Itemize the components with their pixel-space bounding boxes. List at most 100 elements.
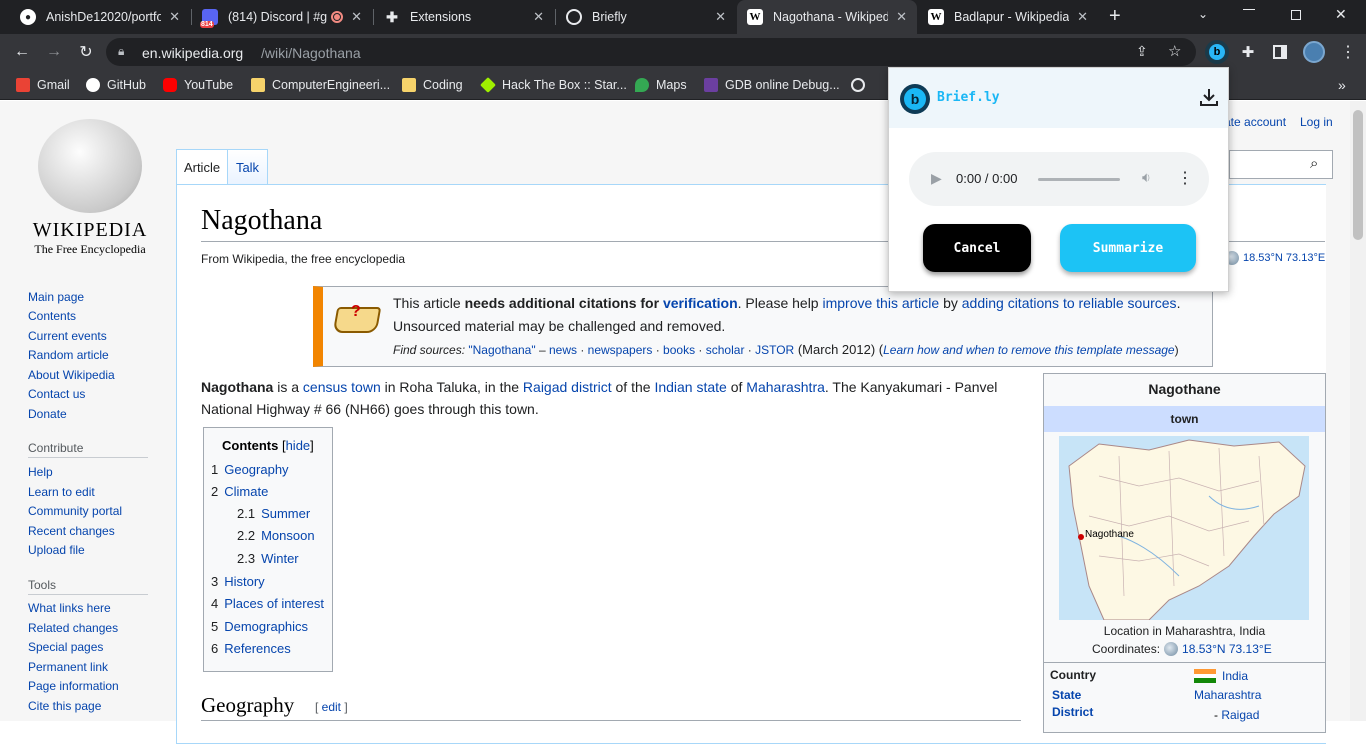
close-icon[interactable]: ✕ — [715, 9, 726, 25]
back-arrow-icon[interactable]: ← — [10, 40, 34, 64]
bookmark-hackthebox[interactable]: Hack The Box :: Star... — [480, 70, 627, 100]
close-icon[interactable]: ✕ — [169, 9, 180, 25]
raigad-district-link[interactable]: Raigad district — [523, 379, 612, 395]
coordinates-link[interactable]: 18.53°N 73.13°E — [1243, 252, 1325, 264]
toc-link[interactable]: Winter — [261, 551, 299, 566]
search-icon[interactable]: ⌕ — [1310, 155, 1318, 172]
infobox-district-label[interactable]: District — [1052, 705, 1093, 719]
sidebar-item-permanent-link[interactable]: Permanent link — [28, 660, 108, 674]
address-bar[interactable]: 🔒︎ en.wikipedia.org /wiki/Nagothana ⇪ ☆ — [106, 38, 1196, 66]
close-icon[interactable]: ✕ — [1077, 9, 1088, 25]
learn-remove-link[interactable]: Learn how and when to remove this templa… — [883, 343, 1175, 357]
newspapers-link[interactable]: newspapers — [588, 343, 653, 357]
sidebar-item-about-wikipedia[interactable]: About Wikipedia — [28, 368, 115, 382]
edit-link[interactable]: edit — [322, 700, 341, 714]
close-icon[interactable]: ✕ — [533, 9, 544, 25]
audio-options-kebab-icon[interactable]: ⋮ — [1177, 168, 1193, 188]
sidebar-item-random-article[interactable]: Random article — [28, 348, 109, 362]
toc-link[interactable]: History — [224, 574, 264, 589]
toc-link[interactable]: References — [224, 641, 290, 656]
toc-item[interactable]: 6 References — [211, 641, 291, 656]
search-input[interactable]: ⌕ — [1229, 150, 1333, 179]
sidebar-item-page-information[interactable]: Page information — [28, 679, 119, 693]
minimize-button[interactable] — [1243, 9, 1255, 10]
wikipedia-globe-logo[interactable] — [38, 119, 142, 213]
census-town-link[interactable]: census town — [303, 379, 381, 395]
infobox-coordinates-link[interactable]: 18.53°N 73.13°E — [1182, 642, 1272, 656]
star-icon[interactable]: ☆ — [1168, 42, 1181, 60]
adding-citations-link[interactable]: adding citations to reliable sources — [962, 295, 1177, 311]
sidebar-item-contents[interactable]: Contents — [28, 309, 76, 323]
bookmark-maps[interactable]: Maps — [635, 70, 687, 100]
toc-item[interactable]: 2.1 Summer — [237, 506, 310, 521]
menu-kebab-icon[interactable]: ⋮ — [1336, 40, 1360, 64]
toc-link[interactable]: Geography — [224, 462, 288, 477]
forward-arrow-icon[interactable]: → — [42, 40, 66, 64]
find-query-link[interactable]: "Nagothana" — [468, 343, 535, 357]
sidebar-item-related-changes[interactable]: Related changes — [28, 621, 118, 635]
reload-icon[interactable]: ↻ — [74, 40, 98, 64]
tab-article[interactable]: Article — [176, 149, 228, 185]
scholar-link[interactable]: scholar — [706, 343, 745, 357]
tab-discord[interactable]: 814 (814) Discord | #g ✕ — [192, 0, 372, 34]
close-window-button[interactable]: ✕ — [1335, 6, 1347, 23]
extensions-puzzle-icon[interactable]: ✚ — [1236, 40, 1260, 64]
sidebar-item-special-pages[interactable]: Special pages — [28, 640, 103, 654]
sidebar-item-contact-us[interactable]: Contact us — [28, 387, 85, 401]
toc-item[interactable]: 2.2 Monsoon — [237, 528, 315, 543]
toc-link[interactable]: Places of interest — [224, 596, 324, 611]
bookmark-computer-engineering[interactable]: ComputerEngineeri... — [251, 70, 390, 100]
play-icon[interactable]: ▶ — [931, 170, 942, 187]
jstor-link[interactable]: JSTOR — [755, 343, 794, 357]
download-icon[interactable] — [1198, 86, 1220, 108]
sidebar-item-main-page[interactable]: Main page — [28, 290, 84, 304]
sidebar-item-cite-this-page[interactable]: Cite this page — [28, 699, 101, 713]
volume-icon[interactable]: 🔉︎ — [1142, 169, 1151, 186]
toc-link[interactable]: Monsoon — [261, 528, 314, 543]
bookmark-coding[interactable]: Coding — [402, 70, 463, 100]
sidebar-item-current-events[interactable]: Current events — [28, 329, 107, 343]
close-icon[interactable]: ✕ — [896, 9, 907, 25]
log-in-link[interactable]: Log in — [1300, 115, 1333, 129]
side-panel-icon[interactable] — [1273, 45, 1287, 59]
indian-state-link[interactable]: Indian state — [654, 379, 726, 395]
bookmark-gdb[interactable]: GDB online Debug... — [704, 70, 840, 100]
sidebar-item-recent-changes[interactable]: Recent changes — [28, 524, 115, 538]
toc-link[interactable]: Summer — [261, 506, 310, 521]
new-tab-button[interactable]: + — [1109, 5, 1121, 28]
sidebar-item-community-portal[interactable]: Community portal — [28, 504, 122, 518]
create-account-link[interactable]: ate account — [1224, 115, 1286, 129]
tab-github[interactable]: ● AnishDe12020/portfol ✕ — [10, 0, 190, 34]
toc-item[interactable]: 3 History — [211, 574, 265, 589]
infobox-state-label[interactable]: State — [1052, 688, 1081, 702]
toc-item[interactable]: 2 Climate — [211, 484, 268, 499]
avatar[interactable] — [1303, 41, 1325, 63]
books-link[interactable]: books — [663, 343, 695, 357]
summarize-button[interactable]: Summarize — [1060, 224, 1196, 272]
toc-item[interactable]: 4 Places of interest — [211, 596, 324, 611]
tab-nagothana[interactable]: W Nagothana - Wikipedi ✕ — [737, 0, 917, 34]
bookmark-globe[interactable] — [851, 70, 872, 100]
infobox-state-value[interactable]: Maharashtra — [1194, 688, 1261, 702]
scrollbar-thumb[interactable] — [1353, 110, 1363, 240]
maximize-button[interactable] — [1291, 10, 1301, 20]
toc-link[interactable]: Climate — [224, 484, 268, 499]
briefly-extension-icon[interactable]: b — [1205, 40, 1229, 64]
sidebar-item-upload-file[interactable]: Upload file — [28, 543, 85, 557]
tab-extensions[interactable]: ✚ Extensions ✕ — [374, 0, 554, 34]
bookmark-youtube[interactable]: YouTube — [163, 70, 233, 100]
news-link[interactable]: news — [549, 343, 577, 357]
toc-item[interactable]: 5 Demographics — [211, 619, 308, 634]
share-icon[interactable]: ⇪ — [1136, 43, 1148, 60]
improve-article-link[interactable]: improve this article — [822, 295, 939, 311]
sidebar-item-learn-to-edit[interactable]: Learn to edit — [28, 485, 95, 499]
toc-item[interactable]: 2.3 Winter — [237, 551, 299, 566]
sidebar-item-help[interactable]: Help — [28, 465, 53, 479]
maharashtra-link[interactable]: Maharashtra — [746, 379, 825, 395]
verification-link[interactable]: verification — [663, 295, 738, 311]
maharashtra-location-map[interactable]: Nagothane — [1059, 436, 1309, 620]
toc-hide-link[interactable]: hide — [286, 438, 311, 453]
sidebar-item-donate[interactable]: Donate — [28, 407, 67, 421]
close-icon[interactable]: ✕ — [351, 9, 362, 25]
toc-link[interactable]: Demographics — [224, 619, 308, 634]
